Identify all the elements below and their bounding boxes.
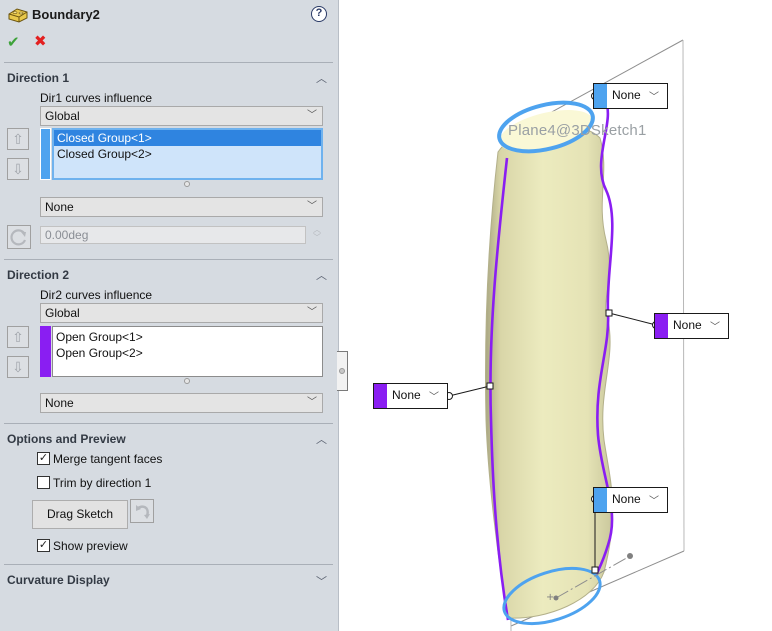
dir1-color-swatch — [40, 128, 51, 180]
dir2-list-resize-grip[interactable] — [184, 378, 190, 384]
merge-tangent-faces-checkbox[interactable]: ✓ — [37, 452, 50, 465]
connector-color-swatch — [374, 384, 387, 408]
show-preview-checkbox[interactable]: ✓ — [37, 539, 50, 552]
trim-by-direction1-checkbox[interactable] — [37, 476, 50, 489]
connector-color-swatch — [594, 488, 607, 512]
direction2-section-title[interactable]: Direction 2 — [7, 268, 69, 282]
drag-sketch-button[interactable]: Drag Sketch — [32, 500, 128, 529]
connector-top[interactable]: None ﹀ — [593, 83, 668, 109]
reverse-direction-icon[interactable] — [7, 225, 31, 249]
connector-color-swatch — [655, 314, 668, 338]
curvature-section-title[interactable]: Curvature Display — [7, 573, 110, 587]
show-preview-label: Show preview — [53, 539, 128, 553]
angle-spinner[interactable]: ︿ ﹀ — [311, 226, 323, 242]
chevron-down-icon: ﹀ — [307, 307, 317, 318]
chevron-down-icon[interactable]: ﹀ — [649, 492, 659, 507]
dir1-influence-value: Global — [45, 109, 80, 123]
svg-text:+: + — [546, 592, 554, 603]
dir2-influence-dropdown[interactable]: Global ﹀ — [40, 303, 323, 323]
dir2-move-down-button[interactable]: ⇩ — [7, 356, 29, 378]
collapse-chevron-up-icon[interactable]: ︿ — [316, 431, 328, 446]
merge-tangent-faces-label: Merge tangent faces — [53, 452, 163, 466]
chevron-down-icon: ﹀ — [307, 110, 317, 121]
dir1-tangency-dropdown[interactable]: None ﹀ — [40, 197, 323, 217]
connector-tangency-value[interactable]: None — [612, 88, 641, 102]
divider — [4, 259, 333, 260]
chevron-down-icon[interactable]: ﹀ — [710, 318, 720, 333]
list-item[interactable]: Open Group<2> — [53, 345, 322, 361]
dir2-influence-value: Global — [45, 306, 80, 320]
plane-name-label: Plane4@3DSketch1 — [508, 122, 647, 139]
divider — [4, 62, 333, 63]
dir1-move-down-button[interactable]: ⇩ — [7, 158, 29, 180]
dir2-influence-label: Dir2 curves influence — [40, 288, 153, 302]
dir2-tangency-value: None — [45, 396, 74, 410]
boundary-surface-body[interactable] — [485, 124, 614, 619]
dir1-influence-label: Dir1 curves influence — [40, 91, 153, 105]
chevron-down-icon: ﹀ — [307, 397, 317, 408]
dir1-influence-dropdown[interactable]: Global ﹀ — [40, 106, 323, 126]
connector-left[interactable]: None ﹀ — [373, 383, 448, 409]
chevron-down-icon[interactable]: ﹀ — [649, 88, 659, 103]
feature-title: Boundary2 — [32, 7, 100, 22]
connector-bottom[interactable]: None ﹀ — [593, 487, 668, 513]
connector-color-swatch — [594, 84, 607, 108]
connector-tangency-value[interactable]: None — [612, 492, 641, 506]
list-item[interactable]: Closed Group<2> — [54, 146, 321, 162]
collapse-chevron-up-icon[interactable]: ︿ — [316, 267, 328, 282]
undo-sketch-drag-icon[interactable] — [130, 499, 154, 523]
panel-collapse-tab[interactable] — [337, 351, 348, 391]
boundary-feature-icon — [8, 8, 28, 23]
list-item[interactable]: Closed Group<1> — [54, 130, 321, 146]
divider — [4, 423, 333, 424]
divider — [4, 564, 333, 565]
connector-tangency-value[interactable]: None — [392, 388, 421, 402]
trim-by-direction1-label: Trim by direction 1 — [53, 476, 152, 490]
collapse-chevron-up-icon[interactable]: ︿ — [316, 70, 328, 85]
connector-tangency-value[interactable]: None — [673, 318, 702, 332]
list-item[interactable]: Open Group<1> — [53, 329, 322, 345]
property-manager: Boundary2 ? ✔ ✖ Direction 1 ︿ Dir1 curve… — [0, 0, 339, 631]
options-section-title[interactable]: Options and Preview — [7, 432, 126, 446]
dir1-angle-input[interactable]: 0.00deg — [40, 226, 306, 244]
ok-checkmark-icon[interactable]: ✔ — [7, 33, 20, 51]
dir1-tangency-value: None — [45, 200, 74, 214]
dir2-tangency-dropdown[interactable]: None ﹀ — [40, 393, 323, 413]
dir2-move-up-button[interactable]: ⇧ — [7, 326, 29, 348]
dir1-curves-listbox[interactable]: Closed Group<1> Closed Group<2> — [52, 128, 323, 180]
chevron-down-icon: ﹀ — [307, 201, 317, 212]
dir2-curves-listbox[interactable]: Open Group<1> Open Group<2> — [52, 326, 323, 377]
dir1-move-up-button[interactable]: ⇧ — [7, 128, 29, 150]
dir1-list-resize-grip[interactable] — [184, 181, 190, 187]
help-icon[interactable]: ? — [311, 6, 327, 22]
cancel-x-icon[interactable]: ✖ — [34, 32, 47, 50]
graphics-viewport[interactable]: + Plane4@3DSketch1 None ﹀ None ﹀ None ﹀ — [348, 0, 772, 631]
connector-right[interactable]: None ﹀ — [654, 313, 729, 339]
chevron-down-icon[interactable]: ﹀ — [429, 388, 439, 403]
expand-chevron-down-icon[interactable]: ﹀ — [316, 573, 328, 588]
direction1-section-title[interactable]: Direction 1 — [7, 71, 69, 85]
dir2-color-swatch — [40, 326, 51, 377]
grip-dot-icon — [339, 368, 345, 374]
